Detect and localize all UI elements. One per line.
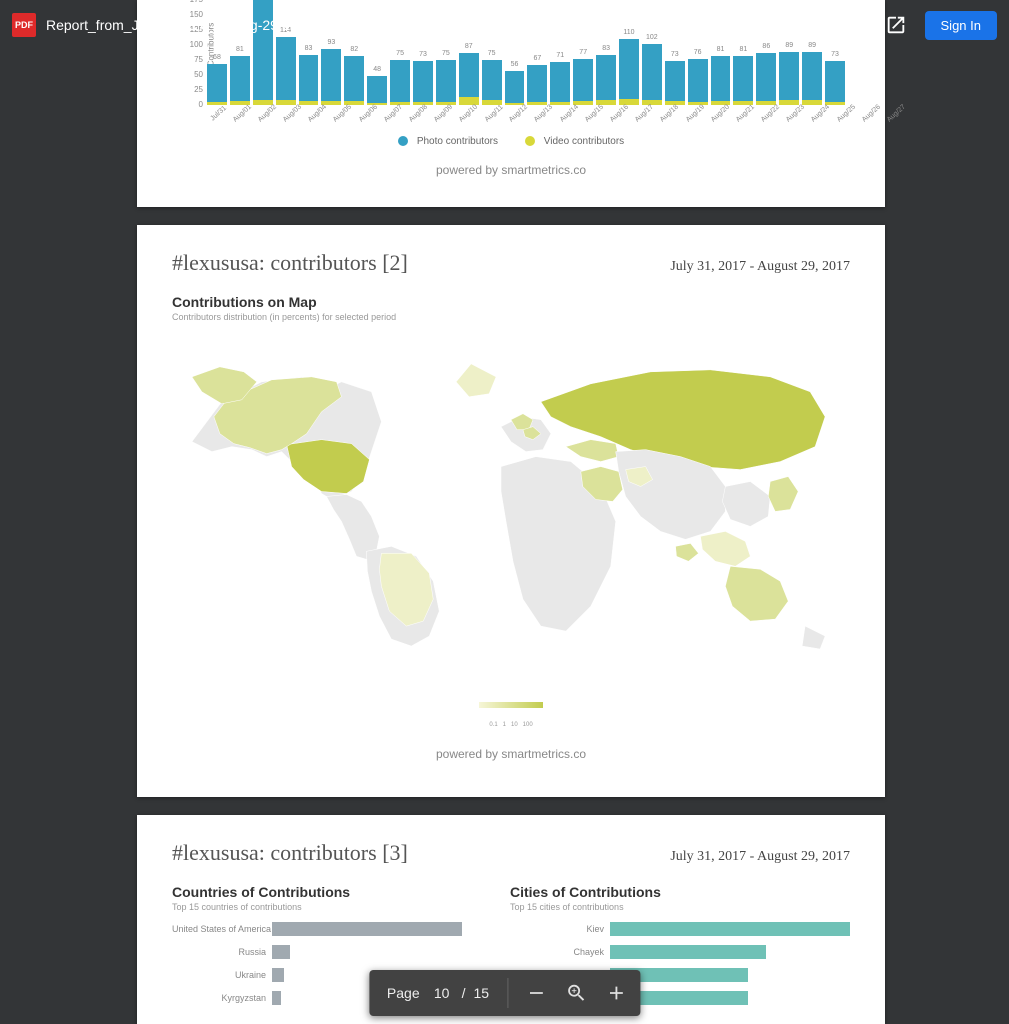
chart-legend: Photo contributors Video contributors bbox=[172, 136, 850, 147]
bar: 67 bbox=[527, 65, 547, 105]
bar: 73 bbox=[825, 61, 845, 105]
bar: 71 bbox=[550, 62, 570, 105]
bar: 93 bbox=[321, 49, 341, 105]
bar: 48 bbox=[367, 76, 387, 105]
page-total: 15 bbox=[474, 985, 500, 1001]
bar: 102 bbox=[642, 44, 662, 105]
signin-button[interactable]: Sign In bbox=[925, 11, 997, 40]
powered-by: powered by smartmetrics.co bbox=[172, 163, 850, 177]
bar: 89 bbox=[802, 52, 822, 105]
print-icon[interactable] bbox=[845, 14, 867, 36]
filename: Report_from_Jul-31-2017_to_Aug-29-2017.p… bbox=[46, 17, 827, 33]
pdf-toolbar: PDF Report_from_Jul-31-2017_to_Aug-29-20… bbox=[0, 0, 1009, 50]
bar: 89 bbox=[779, 52, 799, 105]
bar: 56 bbox=[505, 71, 525, 105]
table-row: Kiev bbox=[510, 922, 850, 936]
zoom-fit-button[interactable] bbox=[556, 973, 596, 1013]
bar: 68 bbox=[207, 64, 227, 105]
countries-title: Countries of Contributions bbox=[172, 884, 492, 900]
legend-photo: Photo contributors bbox=[417, 136, 498, 147]
bar: 86 bbox=[756, 53, 776, 105]
powered-by: powered by smartmetrics.co bbox=[172, 747, 850, 761]
legend-video: Video contributors bbox=[544, 136, 624, 147]
bar: 82 bbox=[344, 56, 364, 105]
bar: 75 bbox=[390, 60, 410, 105]
date-range: July 31, 2017 - August 29, 2017 bbox=[670, 849, 850, 865]
bar: 87 bbox=[459, 53, 479, 105]
table-row: Russia bbox=[172, 945, 492, 959]
pdf-icon: PDF bbox=[12, 13, 36, 37]
bar: 83 bbox=[596, 55, 616, 105]
page-slash: / bbox=[454, 985, 474, 1001]
bar: 77 bbox=[573, 59, 593, 105]
zoom-out-button[interactable] bbox=[516, 973, 556, 1013]
section-title: #lexususa: contributors [3] bbox=[172, 840, 408, 866]
bar: 81 bbox=[711, 56, 731, 105]
bar: 75 bbox=[482, 60, 502, 105]
cities-title: Cities of Contributions bbox=[510, 884, 850, 900]
world-map bbox=[172, 322, 850, 691]
date-range: July 31, 2017 - August 29, 2017 bbox=[670, 259, 850, 275]
page-number-input[interactable] bbox=[430, 985, 454, 1001]
bar: 75 bbox=[436, 60, 456, 105]
map-scale: 0.1 1 10 100 bbox=[172, 695, 850, 731]
table-row: United States of America bbox=[172, 922, 492, 936]
bar: 76 bbox=[688, 59, 708, 105]
open-external-icon[interactable] bbox=[885, 14, 907, 36]
table-row: Chayek bbox=[510, 945, 850, 959]
bar: 81 bbox=[230, 56, 250, 105]
bar: 73 bbox=[665, 61, 685, 105]
page-label: Page bbox=[373, 985, 430, 1001]
bar: 81 bbox=[733, 56, 753, 105]
map-subtitle: Contributors distribution (in percents) … bbox=[172, 312, 850, 322]
countries-sub: Top 15 countries of contributions bbox=[172, 902, 492, 912]
bar: 73 bbox=[413, 61, 433, 105]
zoom-in-button[interactable] bbox=[596, 973, 636, 1013]
bar: 83 bbox=[299, 55, 319, 105]
section-title: #lexususa: contributors [2] bbox=[172, 250, 408, 276]
pdf-page-map: #lexususa: contributors [2] July 31, 201… bbox=[137, 225, 885, 797]
page-controls: Page / 15 bbox=[369, 970, 640, 1016]
map-title: Contributions on Map bbox=[172, 294, 850, 310]
pdf-viewport[interactable]: Contributors 0255075100125150175 6881175… bbox=[0, 0, 1009, 1024]
cities-sub: Top 15 cities of contributions bbox=[510, 902, 850, 912]
